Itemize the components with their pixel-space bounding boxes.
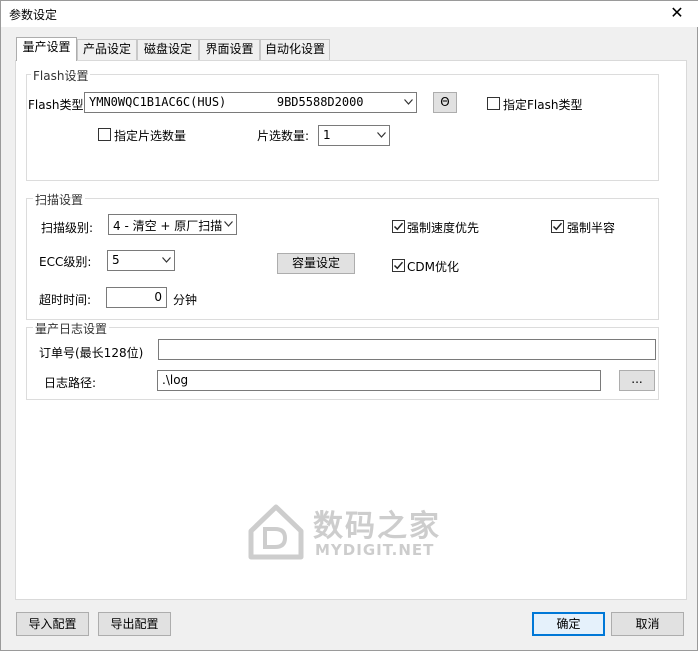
order-number-input[interactable]: [158, 339, 656, 360]
flash-settings-legend: Flash设置: [31, 67, 91, 84]
watermark: 数码之家 MYDIGIT.NET: [247, 499, 453, 567]
chip-count-value: 1: [323, 128, 331, 142]
browse-button[interactable]: ...: [619, 370, 655, 391]
force-speed-checkbox[interactable]: [392, 220, 405, 233]
export-config-button[interactable]: 导出配置: [98, 612, 171, 636]
timeout-value: 0: [154, 290, 162, 304]
tab-interface[interactable]: 界面设置: [199, 39, 260, 60]
flash-type-value: YMN0WQC1B1AC6C(HUS) 9BD5588D2000: [89, 95, 364, 109]
flash-type-label: Flash类型:: [28, 98, 88, 112]
ok-button[interactable]: 确定: [532, 612, 605, 636]
cdm-optimize-label: CDM优化: [407, 260, 459, 274]
chevron-down-icon: [224, 221, 233, 229]
checkmark-icon: [393, 222, 404, 231]
timeout-label: 超时时间:: [39, 293, 92, 307]
scan-settings-legend: 扫描设置: [33, 191, 86, 208]
window-title: 参数设定: [9, 8, 58, 22]
specify-flash-type-checkbox[interactable]: [487, 97, 500, 110]
timeout-input[interactable]: 0: [106, 287, 167, 308]
watermark-en-text: MYDIGIT.NET: [315, 541, 435, 559]
chevron-down-icon: [404, 99, 413, 107]
force-half-capacity-label: 强制半容: [567, 221, 616, 235]
ecc-level-combo[interactable]: 5: [107, 250, 175, 271]
log-settings-legend: 量产日志设置: [33, 320, 110, 337]
chevron-down-icon: [162, 257, 171, 265]
checkmark-icon: [552, 222, 563, 231]
import-config-button[interactable]: 导入配置: [16, 612, 89, 636]
title-bar[interactable]: 参数设定 ✕: [1, 1, 698, 27]
force-half-capacity-checkbox[interactable]: [551, 220, 564, 233]
chevron-down-icon: [377, 132, 386, 140]
specify-flash-type-label: 指定Flash类型: [503, 98, 583, 112]
specify-chip-count-checkbox[interactable]: [98, 128, 111, 141]
checkmark-icon: [393, 261, 404, 270]
timeout-unit: 分钟: [173, 293, 198, 307]
house-logo-icon: [248, 504, 304, 560]
ecc-level-value: 5: [112, 253, 120, 267]
tab-product[interactable]: 产品设定: [77, 39, 137, 60]
cdm-optimize-checkbox[interactable]: [392, 259, 405, 272]
ecc-level-label: ECC级别:: [39, 255, 92, 269]
force-speed-label: 强制速度优先: [407, 221, 480, 235]
log-path-value: .\log: [162, 373, 189, 387]
order-number-label: 订单号(最长128位): [39, 346, 144, 360]
tab-disk[interactable]: 磁盘设定: [137, 39, 199, 60]
log-path-input[interactable]: .\log: [157, 370, 601, 391]
dialog-window: 参数设定 ✕ 量产设置 产品设定 磁盘设定 界面设置 自动化设置 Flash设置…: [0, 0, 698, 651]
chip-count-label: 片选数量:: [257, 129, 310, 143]
chip-count-combo[interactable]: 1: [318, 125, 390, 146]
watermark-cn-text: 数码之家: [313, 509, 441, 544]
scan-level-label: 扫描级别:: [41, 221, 94, 235]
scan-level-value: 4 - 清空 + 原厂扫描: [113, 219, 223, 233]
log-path-label: 日志路径:: [44, 376, 97, 390]
specify-chip-count-label: 指定片选数量: [114, 129, 187, 143]
capacity-settings-button[interactable]: 容量设定: [277, 253, 355, 274]
flash-extra-button[interactable]: Θ: [433, 92, 457, 113]
tab-automation[interactable]: 自动化设置: [260, 39, 330, 60]
scan-level-combo[interactable]: 4 - 清空 + 原厂扫描: [108, 214, 237, 235]
tab-mass-production[interactable]: 量产设置: [16, 37, 77, 61]
flash-type-combo[interactable]: YMN0WQC1B1AC6C(HUS) 9BD5588D2000: [84, 92, 417, 113]
cancel-button[interactable]: 取消: [611, 612, 684, 636]
close-icon[interactable]: ✕: [664, 3, 690, 23]
